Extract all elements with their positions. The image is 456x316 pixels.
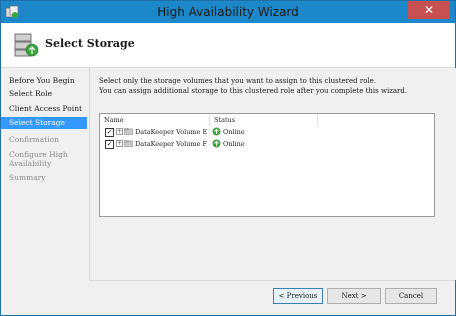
- nav-step-confirmation: Confirmation: [9, 135, 60, 144]
- wizard-window: High Availability Wizard ✕ Select Storag…: [0, 0, 456, 316]
- volume-row[interactable]: ✓ + DataKeeper Volume F Online: [100, 139, 434, 150]
- title-bar[interactable]: High Availability Wizard ✕: [1, 1, 455, 23]
- nav-step-configure-line2: Availability: [9, 159, 52, 168]
- wizard-steps-nav: Before You Begin Select Role Client Acce…: [1, 68, 89, 280]
- nav-step-before-you-begin[interactable]: Before You Begin: [1, 76, 87, 85]
- close-button[interactable]: ✕: [408, 1, 450, 19]
- expand-icon[interactable]: +: [116, 128, 123, 135]
- volume-name: DataKeeper Volume F: [135, 140, 207, 148]
- window-title: High Availability Wizard: [157, 5, 299, 19]
- volume-status: Online: [223, 128, 245, 136]
- nav-step-configure-line1: Configure High: [9, 150, 68, 159]
- volume-status: Online: [223, 140, 245, 148]
- online-status-icon: [212, 139, 221, 148]
- next-button[interactable]: Next >: [327, 288, 381, 304]
- wizard-header: Select Storage: [1, 23, 455, 68]
- nav-step-select-role[interactable]: Select Role: [1, 89, 87, 98]
- expand-icon[interactable]: +: [116, 140, 123, 147]
- storage-drives-icon: [14, 33, 39, 57]
- nav-step-client-access-point[interactable]: Client Access Point: [1, 104, 87, 113]
- nav-step-summary: Summary: [9, 173, 46, 182]
- disk-icon: [124, 140, 133, 147]
- wizard-content: Select only the storage volumes that you…: [89, 68, 456, 280]
- disk-icon: [124, 128, 133, 135]
- footer-divider: [89, 280, 455, 281]
- nav-step-select-storage[interactable]: Select Storage: [1, 117, 87, 129]
- page-title: Select Storage: [45, 37, 135, 50]
- previous-button[interactable]: < Previous: [273, 288, 323, 304]
- column-header-name[interactable]: Name: [100, 114, 210, 126]
- volume-row[interactable]: ✓ + DataKeeper Volume E Online: [100, 127, 434, 138]
- column-header-status[interactable]: Status: [210, 114, 318, 126]
- volume-name: DataKeeper Volume E: [135, 128, 208, 136]
- online-status-icon: [212, 127, 221, 136]
- column-header-empty: [318, 114, 434, 126]
- volume-checkbox[interactable]: ✓: [105, 140, 114, 149]
- volume-checkbox[interactable]: ✓: [105, 128, 114, 137]
- description-line-2: You can assign additional storage to thi…: [99, 87, 408, 95]
- description-line-1: Select only the storage volumes that you…: [99, 77, 377, 85]
- close-icon: ✕: [423, 3, 435, 17]
- cancel-button[interactable]: Cancel: [385, 288, 437, 304]
- nav-step-configure-high-availability: Configure High Availability: [1, 150, 87, 168]
- storage-volume-list[interactable]: Name Status ✓ + DataKeeper Volume E Onli…: [99, 113, 435, 217]
